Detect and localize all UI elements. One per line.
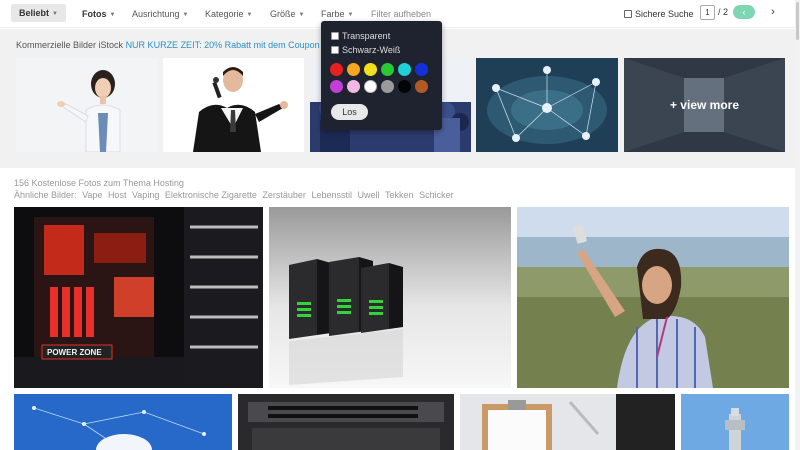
swatch-purple[interactable] <box>330 80 343 93</box>
safe-search-checkbox[interactable] <box>624 10 632 18</box>
chevron-down-icon: ▼ <box>298 11 305 18</box>
power-zone-label: POWER ZONE <box>47 348 102 357</box>
chevron-down-icon: ▼ <box>246 11 253 18</box>
istock-label: Kommerzielle Bilder iStock <box>16 40 124 50</box>
prev-page-button[interactable]: ‹ <box>733 5 755 19</box>
swatch-red[interactable] <box>330 63 343 76</box>
swatch-blue[interactable] <box>415 63 428 76</box>
photo-server-rack[interactable] <box>238 394 454 450</box>
category-label: Kategorie <box>205 9 244 19</box>
woman-presenting-photo <box>16 58 158 152</box>
chevron-down-icon: ▼ <box>182 11 189 18</box>
color-label: Farbe <box>321 9 345 19</box>
tag-link[interactable]: Schicker <box>419 190 454 200</box>
black-white-label: Schwarz-Weiß <box>342 45 401 55</box>
page-number-input[interactable]: 1 <box>700 5 715 20</box>
server-rack-photo <box>238 394 454 450</box>
size-label: Größe <box>270 9 296 19</box>
sort-beliebt-label: Beliebt <box>19 8 50 18</box>
color-filter-dropdown: Transparent Schwarz-Weiß Los <box>321 21 442 130</box>
istock-image-network-globe[interactable] <box>476 58 618 152</box>
photo-telecom-tower[interactable] <box>681 394 789 450</box>
tag-link[interactable]: Vape <box>82 190 102 200</box>
desk-clipboard-photo <box>460 394 675 450</box>
swatch-black[interactable] <box>398 80 411 93</box>
swatch-orange[interactable] <box>347 63 360 76</box>
scrollbar-thumb[interactable] <box>796 2 799 40</box>
category-dropdown[interactable]: Kategorie ▼ <box>205 0 252 28</box>
istock-image-man-microphone[interactable] <box>163 58 304 152</box>
swatch-brown[interactable] <box>415 80 428 93</box>
telecom-tower-photo <box>681 394 789 450</box>
istock-headline: Kommerzielle Bilder iStock NUR KURZE ZEI… <box>16 40 329 50</box>
server-towers-photo <box>269 207 511 388</box>
photo-woman-selfie[interactable] <box>517 207 789 388</box>
size-dropdown[interactable]: Größe ▼ <box>270 0 304 28</box>
photo-desk-clipboard[interactable] <box>460 394 675 450</box>
swatch-yellow[interactable] <box>364 63 377 76</box>
orientation-label: Ausrichtung <box>132 9 180 19</box>
istock-promo-link[interactable]: NUR KURZE ZEIT: 20% Rabatt mit dem Coupo… <box>126 40 320 50</box>
similar-tags: Ähnliche Bilder: Vape Host Vaping Elektr… <box>14 190 454 200</box>
safe-search-label: Sichere Suche <box>635 9 694 19</box>
transparent-checkbox[interactable] <box>331 32 339 40</box>
swatch-pink[interactable] <box>347 80 360 93</box>
transparent-label: Transparent <box>342 31 391 41</box>
tag-link[interactable]: Zerstäuber <box>262 190 306 200</box>
photo-cloud-network[interactable] <box>14 394 232 450</box>
tag-link[interactable]: Tekken <box>385 190 414 200</box>
type-fotos-label: Fotos <box>82 9 107 19</box>
chevron-down-icon: ▼ <box>52 10 58 17</box>
page-total: / 2 <box>718 7 729 17</box>
photo-server-towers[interactable] <box>269 207 511 388</box>
istock-view-more-tile[interactable]: + view more <box>624 58 785 152</box>
apply-color-button[interactable]: Los <box>331 104 368 120</box>
sort-beliebt-button[interactable]: Beliebt ▼ <box>11 4 66 22</box>
man-microphone-photo <box>163 58 304 152</box>
computer-internals-photo: POWER ZONE <box>14 207 263 388</box>
swatch-gray[interactable] <box>381 80 394 93</box>
photo-computer-internals[interactable]: POWER ZONE <box>14 207 263 388</box>
tag-link[interactable]: Vaping <box>132 190 159 200</box>
woman-selfie-photo <box>517 207 789 388</box>
swatch-cyan[interactable] <box>398 63 411 76</box>
similar-label: Ähnliche Bilder: <box>14 190 77 200</box>
next-page-button[interactable]: › <box>766 5 780 19</box>
results-count: 156 Kostenlose Fotos zum Thema Hosting <box>14 178 184 188</box>
page-scrollbar[interactable] <box>795 0 800 450</box>
tag-link[interactable]: Host <box>108 190 127 200</box>
cloud-network-photo <box>14 394 232 450</box>
tag-link[interactable]: Lebensstil <box>311 190 352 200</box>
type-fotos-dropdown[interactable]: Fotos ▼ <box>82 0 115 28</box>
tag-link[interactable]: Elektronische Zigarette <box>165 190 257 200</box>
tag-link[interactable]: Uwell <box>358 190 380 200</box>
chevron-down-icon: ▼ <box>347 11 354 18</box>
swatch-green[interactable] <box>381 63 394 76</box>
chevron-down-icon: ▼ <box>109 11 116 18</box>
black-white-checkbox[interactable] <box>331 46 339 54</box>
orientation-dropdown[interactable]: Ausrichtung ▼ <box>132 0 188 28</box>
black-white-option[interactable]: Schwarz-Weiß <box>331 45 400 55</box>
view-more-label[interactable]: + view more <box>624 58 785 152</box>
safe-search-toggle[interactable]: Sichere Suche <box>624 0 694 28</box>
swatch-white[interactable] <box>364 80 377 93</box>
network-globe-photo <box>476 58 618 152</box>
istock-image-woman-presenting[interactable] <box>16 58 158 152</box>
transparent-option[interactable]: Transparent <box>331 31 390 41</box>
